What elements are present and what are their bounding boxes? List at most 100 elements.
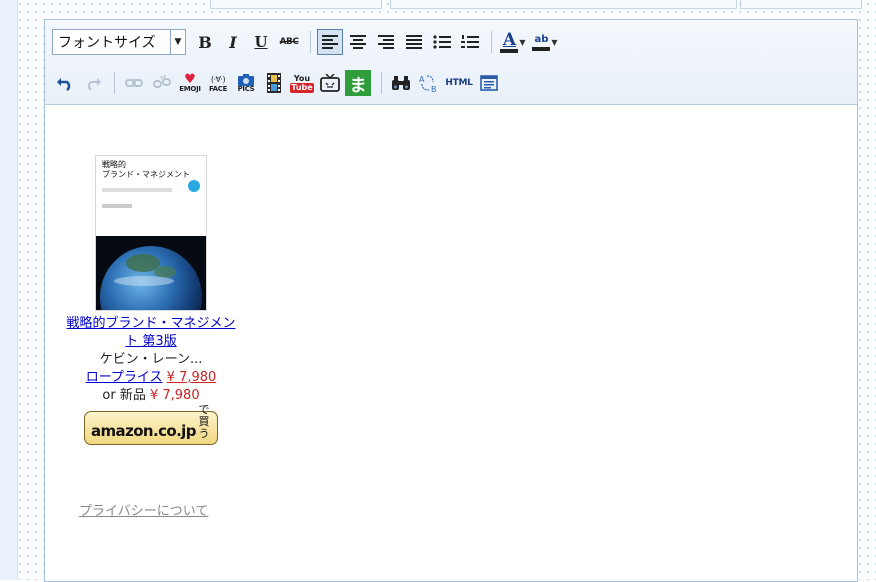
bullet-list-button[interactable] — [429, 29, 455, 55]
top-tab[interactable] — [210, 0, 382, 9]
cover-author — [102, 204, 132, 208]
product-title-link[interactable]: 戦略的ブランド・マネジメン ト 第3版 — [63, 315, 239, 351]
bold-icon: B — [198, 32, 212, 52]
unlink-icon — [153, 75, 171, 88]
product-title-line[interactable]: ト 第3版 — [125, 334, 176, 349]
align-right-icon — [378, 35, 394, 49]
window-icon — [480, 75, 498, 91]
emoji-label: EMOJI — [179, 85, 201, 93]
left-margin-stripe — [0, 0, 18, 580]
tv-icon — [320, 74, 340, 92]
underline-icon: U — [254, 33, 268, 51]
editor-toolbar: フォントサイズ ▼ B I U ABC A ▼ ab ▼ ♥ EMOJI (·∀… — [45, 20, 857, 105]
numbered-list-icon — [461, 35, 479, 48]
cover-title-line: ブランド・マネジメント — [102, 170, 190, 179]
align-right-button[interactable] — [373, 29, 399, 55]
video-button[interactable] — [261, 70, 287, 96]
cover-title-line: 戦略的 — [102, 160, 126, 169]
replace-icon: A B — [419, 75, 437, 93]
highlight-icon: ab — [532, 33, 551, 51]
toolbar-separator — [491, 31, 492, 53]
face-button[interactable]: (·∀·) FACE — [205, 70, 231, 96]
toolbar-row-insert: ♥ EMOJI (·∀·) FACE PICS You Tube ま A B H… — [52, 69, 504, 97]
product-title-line[interactable]: 戦略的ブランド・マネジメン — [66, 316, 235, 331]
new-price-label: or 新品 — [102, 388, 146, 403]
html-source-button[interactable]: HTML — [444, 70, 474, 96]
pics-label: PICS — [237, 84, 255, 93]
svg-text:A: A — [419, 75, 425, 84]
strikethrough-icon: ABC — [279, 37, 299, 47]
amazon-logo: amazon.co.jp — [91, 422, 196, 440]
replace-button[interactable]: A B — [416, 70, 442, 96]
earth-image — [96, 236, 206, 310]
youtube-icon: You Tube — [290, 73, 314, 93]
new-price-row: or 新品 ¥ 7,980 — [63, 387, 239, 405]
font-color-icon: A — [500, 29, 519, 53]
youtube-top-label: You — [293, 73, 311, 83]
cover-top: 戦略的 ブランド・マネジメント — [96, 156, 206, 236]
align-left-icon — [322, 35, 338, 49]
cover-subtitle — [102, 188, 172, 192]
pics-button[interactable]: PICS — [233, 70, 259, 96]
undo-icon — [57, 78, 71, 91]
face-glyph: (·∀·) — [210, 74, 226, 84]
emoji-button[interactable]: ♥ EMOJI — [177, 70, 203, 96]
align-left-button[interactable] — [317, 29, 343, 55]
niconico-button[interactable] — [317, 70, 343, 96]
face-icon: (·∀·) FACE — [209, 74, 227, 93]
top-tab-strip — [0, 0, 876, 9]
bold-button[interactable]: B — [192, 29, 218, 55]
font-color-button[interactable]: A ▼ — [498, 29, 528, 55]
find-button[interactable] — [388, 70, 414, 96]
bullet-list-icon — [433, 35, 451, 49]
svg-text:B: B — [431, 85, 437, 93]
product-author: ケビン・レーン... — [99, 352, 203, 367]
align-justify-icon — [406, 35, 422, 49]
highlight-letters: ab — [534, 33, 549, 45]
redo-icon — [88, 78, 101, 91]
insert-link-button[interactable] — [121, 70, 147, 96]
toolbar-separator — [114, 72, 115, 94]
font-size-select[interactable]: フォントサイズ ▼ — [52, 29, 186, 55]
cover-badge — [188, 180, 200, 192]
align-justify-button[interactable] — [401, 29, 427, 55]
font-color-letter: A — [502, 29, 517, 50]
top-tab[interactable] — [740, 0, 862, 9]
book-cover-image[interactable]: 戦略的 ブランド・マネジメント — [95, 155, 207, 311]
unlink-button[interactable] — [149, 70, 175, 96]
youtube-bottom-label: Tube — [290, 82, 314, 93]
align-center-icon — [350, 35, 366, 49]
toolbar-separator — [381, 72, 382, 94]
highlight-color-button[interactable]: ab ▼ — [530, 29, 560, 55]
toolbar-separator — [310, 31, 311, 53]
new-price-value: ¥ 7,980 — [149, 388, 200, 403]
link-icon — [125, 79, 143, 87]
html-icon: HTML — [445, 78, 473, 88]
chevron-down-icon: ▼ — [551, 37, 558, 47]
matome-icon: ま — [349, 75, 367, 96]
low-price-link[interactable]: ロープライス — [86, 370, 163, 385]
chevron-down-icon: ▼ — [519, 37, 526, 47]
emoji-icon: ♥ EMOJI — [179, 72, 201, 93]
chevron-down-icon: ▼ — [170, 30, 185, 54]
redo-button[interactable] — [80, 70, 106, 96]
privacy-link[interactable]: プライバシーについて — [79, 500, 208, 519]
italic-icon: I — [229, 32, 237, 52]
undo-button[interactable] — [52, 70, 78, 96]
youtube-button[interactable]: You Tube — [289, 70, 315, 96]
buy-at-amazon-button[interactable]: amazon.co.jp で買う — [84, 404, 218, 445]
matome-button[interactable]: ま — [345, 70, 371, 96]
numbered-list-button[interactable] — [457, 29, 483, 55]
strikethrough-button[interactable]: ABC — [276, 29, 302, 55]
top-tab[interactable] — [390, 0, 737, 9]
italic-button[interactable]: I — [220, 29, 246, 55]
cover-title: 戦略的 ブランド・マネジメント — [102, 160, 190, 180]
rich-text-editor: フォントサイズ ▼ B I U ABC A ▼ ab ▼ ♥ EMOJI (·∀… — [44, 19, 858, 582]
low-price-row[interactable]: ロープライス ¥ 7,980 — [63, 369, 239, 387]
editor-content-area[interactable]: 戦略的 ブランド・マネジメント 戦略的ブランド・マネジメン ト 第3版 ケビン・… — [45, 105, 857, 581]
preview-button[interactable] — [476, 70, 502, 96]
low-price-value[interactable]: ¥ 7,980 — [167, 370, 217, 385]
toolbar-row-format: フォントサイズ ▼ B I U ABC A ▼ ab ▼ — [52, 28, 562, 56]
underline-button[interactable]: U — [248, 29, 274, 55]
align-center-button[interactable] — [345, 29, 371, 55]
